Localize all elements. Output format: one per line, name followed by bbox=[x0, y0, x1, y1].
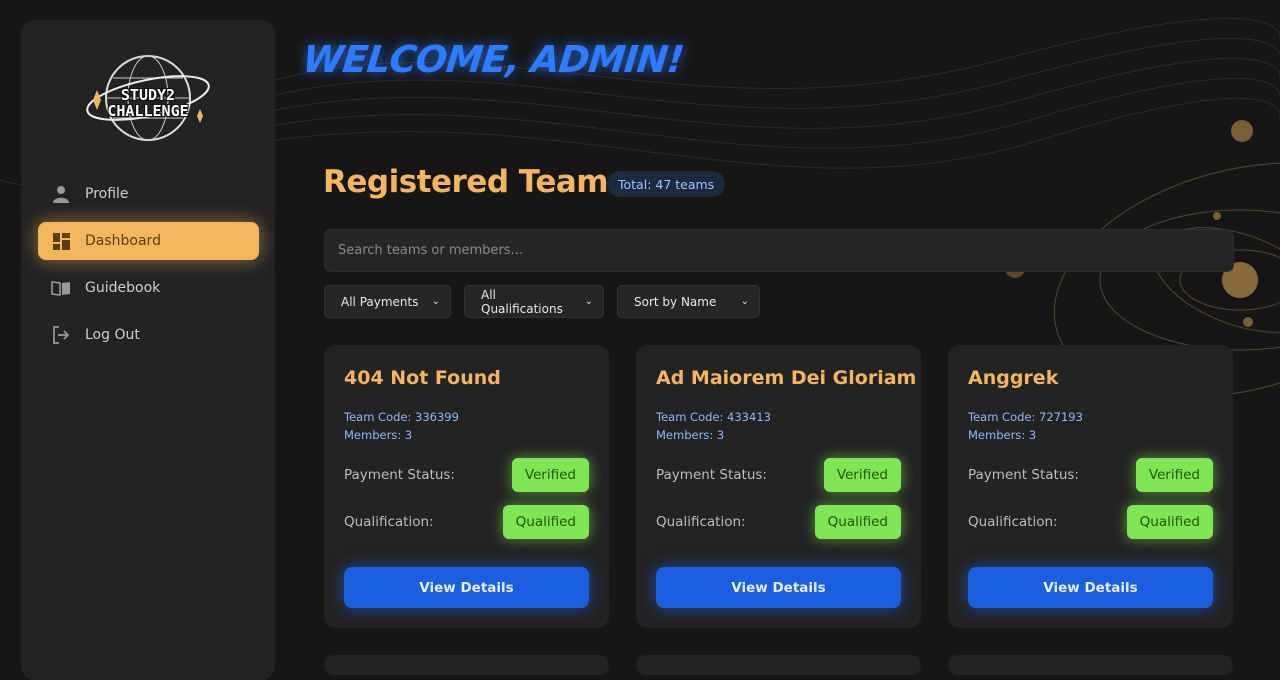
logo-text-line2: CHALLENGE bbox=[107, 102, 189, 120]
sidebar: STUDY2 CHALLENGE Profile Dashboard Guide… bbox=[21, 20, 275, 680]
payment-status-label: Payment Status: bbox=[344, 467, 455, 483]
dashboard-icon bbox=[51, 231, 71, 251]
team-code: Team Code: 433413 bbox=[656, 410, 771, 424]
sidebar-item-profile[interactable]: Profile bbox=[38, 175, 259, 213]
team-card: Ad Maiorem Dei Gloriam Team Code: 433413… bbox=[636, 345, 921, 628]
payment-filter-value: All Payments bbox=[341, 294, 419, 309]
chevron-down-icon: ⌄ bbox=[431, 296, 440, 307]
team-card-partial bbox=[948, 655, 1233, 675]
sidebar-item-label: Profile bbox=[85, 186, 129, 202]
qualification-badge: Qualified bbox=[814, 505, 901, 539]
team-members: Members: 3 bbox=[656, 428, 725, 442]
payment-status-label: Payment Status: bbox=[656, 467, 767, 483]
qualification-label: Qualification: bbox=[656, 514, 746, 530]
qualification-filter-select[interactable]: All Qualifications ⌄ bbox=[464, 285, 604, 318]
view-details-button[interactable]: View Details bbox=[344, 567, 589, 608]
sort-value: Sort by Name bbox=[634, 294, 717, 309]
chevron-down-icon: ⌄ bbox=[740, 296, 749, 307]
team-members: Members: 3 bbox=[968, 428, 1037, 442]
qualification-filter-value: All Qualifications bbox=[481, 287, 563, 316]
team-name: Anggrek bbox=[968, 367, 1059, 389]
payment-filter-select[interactable]: All Payments ⌄ bbox=[324, 285, 451, 318]
sidebar-item-label: Log Out bbox=[85, 327, 140, 343]
view-details-button[interactable]: View Details bbox=[968, 567, 1213, 608]
team-name: 404 Not Found bbox=[344, 367, 501, 389]
payment-status-badge: Verified bbox=[1135, 458, 1213, 492]
team-code: Team Code: 727193 bbox=[968, 410, 1083, 424]
sort-select[interactable]: Sort by Name ⌄ bbox=[617, 285, 760, 318]
sidebar-item-guidebook[interactable]: Guidebook bbox=[38, 269, 259, 307]
qualification-badge: Qualified bbox=[502, 505, 589, 539]
payment-status-badge: Verified bbox=[511, 458, 589, 492]
team-card: Anggrek Team Code: 727193 Members: 3 Pay… bbox=[948, 345, 1233, 628]
sidebar-item-label: Dashboard bbox=[85, 233, 161, 249]
welcome-heading: WELCOME, ADMIN! bbox=[300, 38, 686, 81]
qualification-badge: Qualified bbox=[1126, 505, 1213, 539]
view-details-button[interactable]: View Details bbox=[656, 567, 901, 608]
team-name: Ad Maiorem Dei Gloriam bbox=[656, 367, 917, 389]
payment-status-badge: Verified bbox=[823, 458, 901, 492]
sidebar-item-logout[interactable]: Log Out bbox=[38, 316, 259, 354]
logout-icon bbox=[51, 325, 71, 345]
qualification-label: Qualification: bbox=[344, 514, 434, 530]
team-members: Members: 3 bbox=[344, 428, 413, 442]
team-card-partial bbox=[324, 655, 609, 675]
qualification-label: Qualification: bbox=[968, 514, 1058, 530]
sidebar-item-dashboard[interactable]: Dashboard bbox=[38, 222, 259, 260]
team-card: 404 Not Found Team Code: 336399 Members:… bbox=[324, 345, 609, 628]
payment-status-label: Payment Status: bbox=[968, 467, 1079, 483]
search-input[interactable] bbox=[324, 229, 1234, 272]
chevron-down-icon: ⌄ bbox=[584, 296, 593, 307]
brand-logo[interactable]: STUDY2 CHALLENGE bbox=[85, 38, 211, 148]
total-teams-badge: Total: 47 teams bbox=[607, 171, 726, 197]
user-icon bbox=[51, 184, 71, 204]
book-icon bbox=[51, 278, 71, 298]
team-code: Team Code: 336399 bbox=[344, 410, 459, 424]
page-title: Registered Teams bbox=[323, 164, 627, 200]
sidebar-item-label: Guidebook bbox=[85, 280, 161, 296]
team-card-partial bbox=[636, 655, 921, 675]
